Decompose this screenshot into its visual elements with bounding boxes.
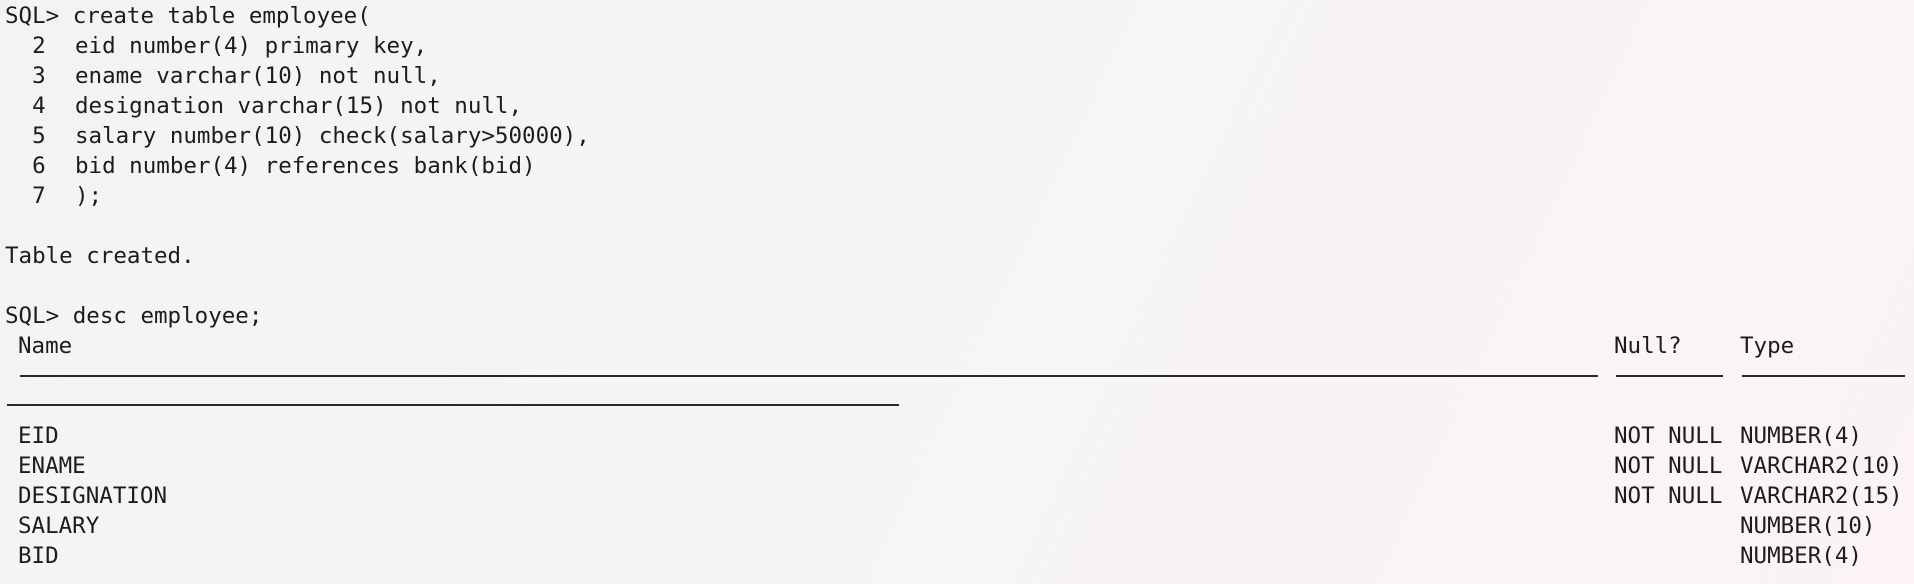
sql-continuation-line: 3 ename varchar(10) not null, <box>5 61 441 91</box>
row-data-type: NUMBER(10) <box>1740 513 1876 539</box>
row-column-name: SALARY <box>18 513 100 539</box>
row-data-type: VARCHAR2(15) <box>1740 483 1903 509</box>
sql-continuation-text: designation varchar(15) not null, <box>75 93 523 119</box>
row-null-constraint: NOT NULL <box>1614 423 1723 449</box>
sql-prompt: SQL> <box>5 303 73 329</box>
header-underline-name <box>20 375 1598 377</box>
sql-continuation-text: salary number(10) check(salary>50000), <box>75 123 590 149</box>
row-data-type: NUMBER(4) <box>1740 543 1862 569</box>
sql-continuation-line: 2 eid number(4) primary key, <box>5 31 427 61</box>
sql-continuation-line: 4 designation varchar(15) not null, <box>5 91 522 121</box>
row-data-type: NUMBER(4) <box>1740 423 1862 449</box>
row-column-name: ENAME <box>18 453 86 479</box>
sql-continuation-text: eid number(4) primary key, <box>75 33 428 59</box>
row-null-constraint: NOT NULL <box>1614 483 1723 509</box>
row-column-name: DESIGNATION <box>18 483 168 509</box>
line-number: 4 <box>5 93 46 119</box>
sql-command-text: create table employee( <box>72 3 371 29</box>
sql-command-line: SQL> desc employee; <box>5 301 262 331</box>
line-number: 2 <box>5 33 46 59</box>
column-header-null: Null? <box>1614 333 1682 359</box>
row-data-type: VARCHAR2(10) <box>1740 453 1903 479</box>
line-number: 5 <box>5 123 46 149</box>
sql-continuation-text: ); <box>75 183 103 209</box>
line-number: 6 <box>5 153 46 179</box>
header-underline-null <box>1616 375 1723 377</box>
header-underline-type <box>1742 375 1905 377</box>
line-number: 3 <box>5 63 46 89</box>
sql-continuation-text: ename varchar(10) not null, <box>75 63 441 89</box>
sql-command-text: desc employee; <box>72 303 263 329</box>
result-message: Table created. <box>5 243 195 269</box>
row-null-constraint: NOT NULL <box>1614 453 1723 479</box>
row-column-name: BID <box>18 543 59 569</box>
row-column-name: EID <box>18 423 59 449</box>
sql-continuation-text: bid number(4) references bank(bid) <box>75 153 536 179</box>
sql-continuation-line: 5 salary number(10) check(salary>50000), <box>5 121 590 151</box>
header-underline-type-wrap <box>7 404 899 406</box>
column-header-type: Type <box>1740 333 1795 359</box>
sql-continuation-line: 6 bid number(4) references bank(bid) <box>5 151 536 181</box>
column-header-name: Name <box>18 333 73 359</box>
sql-prompt: SQL> <box>5 3 73 29</box>
sql-continuation-line: 7); <box>5 181 102 211</box>
sql-terminal[interactable]: SQL> create table employee( 2 eid number(… <box>0 0 1914 584</box>
line-number: 7 <box>5 183 46 209</box>
sql-command-line: SQL> create table employee( <box>5 1 371 31</box>
